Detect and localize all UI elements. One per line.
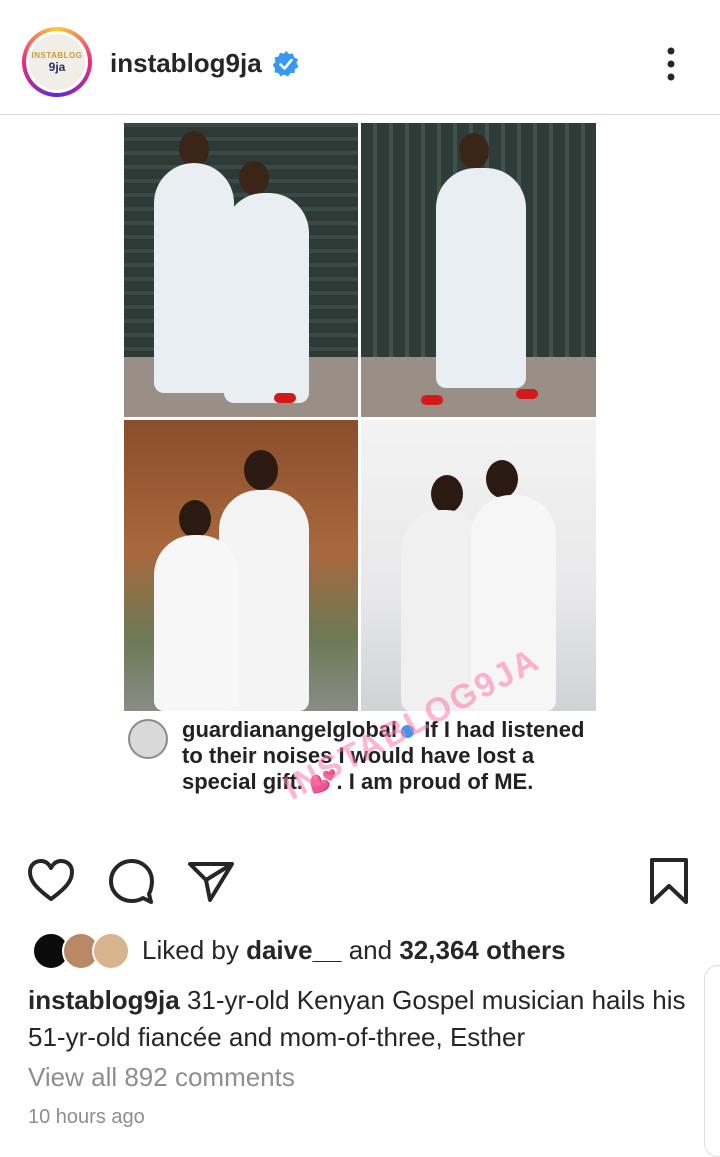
likes-summary[interactable]: Liked by daive__ and 32,364 others [142, 935, 566, 966]
profile-avatar[interactable]: INSTABLOG 9ja [22, 27, 92, 97]
caption-username[interactable]: instablog9ja [28, 985, 180, 1015]
view-comments-link[interactable]: View all 892 comments [28, 1062, 295, 1093]
photo-collage [124, 123, 596, 711]
likes-count[interactable]: 32,364 others [399, 935, 565, 965]
avatar-logo: INSTABLOG 9ja [29, 34, 85, 90]
post-image[interactable]: guardianangelglobal If I had listened to… [0, 115, 720, 840]
photo-couple-tshirts [124, 420, 358, 711]
photo-woman-seated [361, 123, 596, 417]
send-icon[interactable] [186, 856, 236, 906]
liker-username[interactable]: daive__ [246, 935, 341, 965]
post-timestamp: 10 hours ago [28, 1106, 145, 1128]
photo-couple-seated [124, 123, 358, 417]
post-header: INSTABLOG 9ja instablog9ja [0, 0, 720, 114]
quote-author-avatar [128, 719, 168, 759]
more-vertical-icon[interactable] [656, 44, 686, 84]
liker-avatar[interactable] [92, 932, 130, 970]
side-panel-edge [704, 965, 720, 1157]
verified-badge-icon [272, 51, 299, 77]
post-username[interactable]: instablog9ja [110, 48, 262, 79]
bookmark-icon[interactable] [644, 856, 694, 906]
heart-icon[interactable] [26, 856, 76, 906]
action-bar [0, 850, 720, 910]
likes-row: Liked by daive__ and 32,364 others [0, 925, 720, 975]
comment-icon[interactable] [106, 856, 156, 906]
post-caption: instablog9ja 31-yr-old Kenyan Gospel mus… [28, 982, 698, 1056]
